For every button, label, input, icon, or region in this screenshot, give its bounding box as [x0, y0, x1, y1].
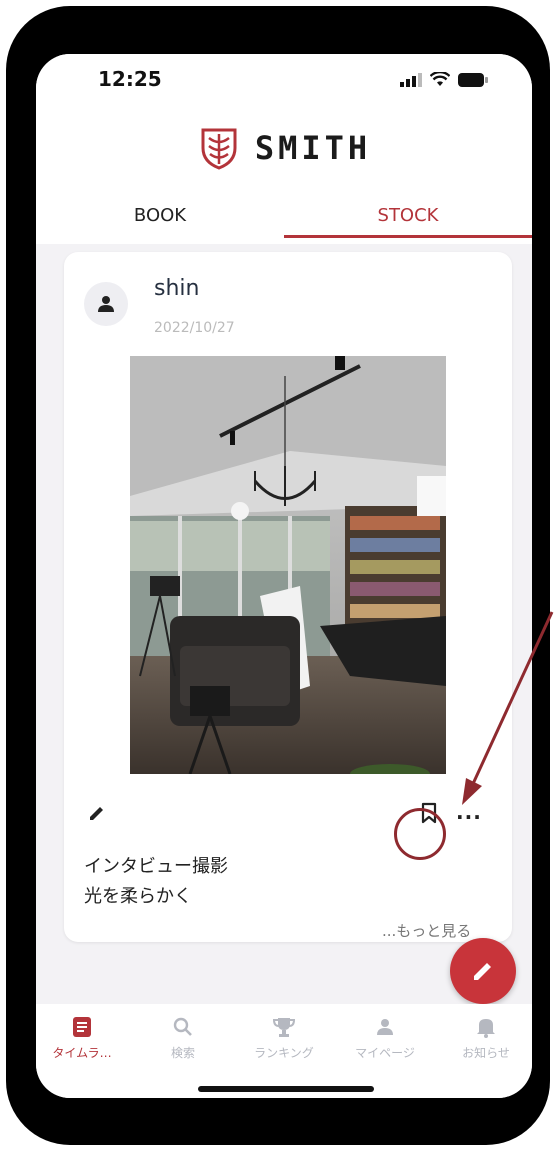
person-icon	[377, 1019, 393, 1035]
nav-label: お知らせ	[462, 1046, 510, 1060]
caption-line: インタビュー撮影	[84, 856, 228, 877]
nav-ranking[interactable]: ランキング	[238, 1014, 330, 1061]
post-username[interactable]: shin	[154, 276, 199, 301]
logo: SMITH	[36, 126, 532, 170]
bottom-nav: タイムラ… 検索 ランキング マイページ お知らせ	[36, 1004, 532, 1098]
nav-label: ランキング	[254, 1046, 314, 1060]
signal-icon	[400, 72, 422, 87]
read-more-link[interactable]: ...もっと見る	[382, 920, 471, 941]
nav-mypage[interactable]: マイページ	[339, 1014, 431, 1061]
post-date: 2022/10/27	[154, 320, 235, 336]
timeline-icon	[73, 1017, 91, 1037]
bell-icon	[477, 1019, 495, 1038]
nav-label: 検索	[170, 1046, 195, 1060]
smith-logo-icon	[201, 128, 237, 170]
more-menu-icon[interactable]: ...	[456, 800, 482, 824]
pencil-icon	[474, 963, 491, 980]
edit-note-icon[interactable]	[88, 804, 106, 822]
trophy-icon	[273, 1018, 295, 1037]
nav-timeline[interactable]: タイムラ…	[36, 1014, 128, 1061]
nav-search[interactable]: 検索	[137, 1014, 229, 1061]
status-time: 12:25	[98, 67, 162, 91]
avatar[interactable]	[84, 282, 128, 326]
screen: 12:25 SMITH BOOK STOCK shin 2022/10/27 .…	[36, 54, 532, 1098]
nav-notifications[interactable]: お知らせ	[440, 1014, 532, 1061]
battery-icon	[458, 72, 488, 87]
status-bar: 12:25	[36, 54, 532, 114]
tab-bar: BOOK STOCK	[36, 196, 532, 244]
nav-label: マイページ	[355, 1046, 415, 1060]
status-icons	[400, 72, 488, 87]
wifi-icon	[430, 72, 450, 86]
annotation-circle	[394, 808, 446, 860]
home-indicator	[198, 1086, 374, 1092]
logo-text: SMITH	[254, 129, 372, 167]
post-caption: インタビュー撮影 光を柔らかく	[84, 852, 228, 912]
post-photo[interactable]	[130, 356, 446, 774]
caption-line: 光を柔らかく	[84, 886, 192, 907]
nav-label: タイムラ…	[52, 1046, 112, 1060]
tab-stock[interactable]: STOCK	[284, 196, 532, 244]
tab-book[interactable]: BOOK	[36, 196, 284, 244]
compose-fab[interactable]	[450, 938, 516, 1004]
search-icon	[173, 1017, 192, 1036]
app-header: SMITH BOOK STOCK	[36, 114, 532, 244]
person-icon	[98, 296, 114, 312]
